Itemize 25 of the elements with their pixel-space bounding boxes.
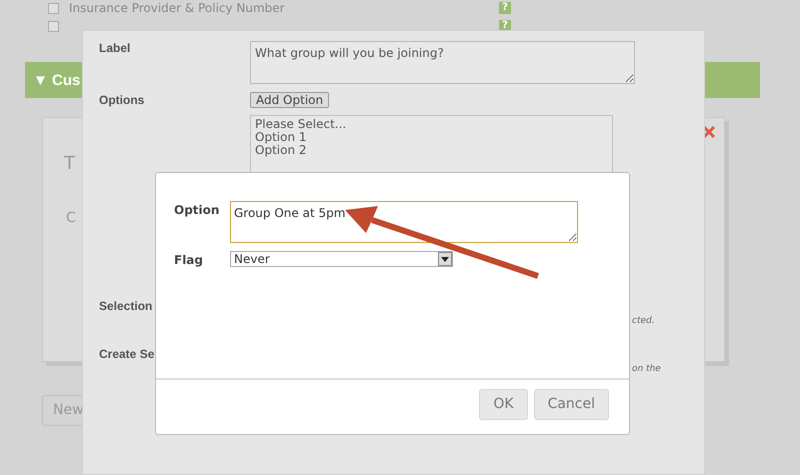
add-option-button[interactable]: Add Option <box>250 92 330 108</box>
cancel-button[interactable]: Cancel <box>534 389 609 420</box>
section-title: ▼ Cus <box>33 71 80 91</box>
checkbox-label: Insurance Provider & Policy Number <box>69 0 286 17</box>
list-option[interactable]: Option 2 <box>255 144 608 157</box>
dropdown-caret-icon[interactable] <box>438 252 452 266</box>
label-input[interactable]: What group will you be joining? <box>250 41 635 84</box>
close-icon[interactable] <box>702 125 716 139</box>
checkbox[interactable] <box>48 2 59 14</box>
list-option[interactable]: Option 1 <box>255 131 608 144</box>
field-label: Flag <box>174 252 204 269</box>
card-text: C <box>66 209 76 228</box>
help-text: on the <box>632 363 661 376</box>
field-label: Selection <box>99 298 152 315</box>
option-input[interactable]: Group One at 5pm <box>230 201 578 243</box>
flag-select[interactable]: Never <box>230 251 453 267</box>
list-option[interactable]: Please Select... <box>255 118 608 131</box>
card-text: T <box>64 152 75 176</box>
field-label: Option <box>174 202 220 219</box>
checkbox[interactable] <box>48 20 59 32</box>
help-text: cted. <box>632 315 655 328</box>
field-label: Create Se <box>99 346 154 363</box>
field-label: Label <box>99 40 130 57</box>
field-label: Options <box>99 92 144 109</box>
ok-button[interactable]: OK <box>479 389 528 420</box>
